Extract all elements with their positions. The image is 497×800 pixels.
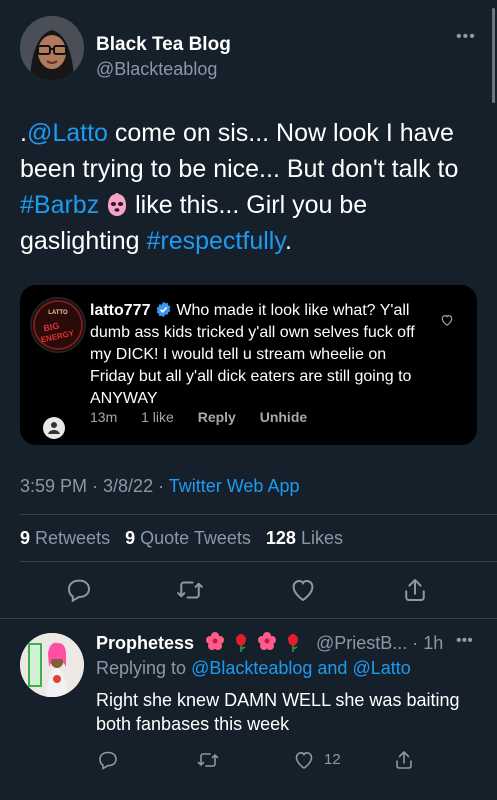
- like-icon[interactable]: [288, 575, 318, 605]
- replying-and: and: [312, 658, 353, 678]
- reply-text: Right she knew DAMN WELL she was baiting…: [96, 690, 460, 734]
- verified-icon: [156, 301, 171, 318]
- embedded-unhide: Unhide: [259, 409, 308, 425]
- tweet-text: .@Latto come on sis... Now look I have b…: [20, 115, 480, 259]
- embedded-likes: 1 like: [141, 409, 174, 425]
- reply-author-name[interactable]: Prophetess: [96, 633, 194, 654]
- timestamp-text: 3:59 PM · 3/8/22 ·: [20, 476, 169, 496]
- hibiscus-icon: [258, 632, 276, 650]
- share-icon[interactable]: [392, 748, 416, 772]
- mention-link[interactable]: @Latto: [27, 119, 108, 147]
- reply-author-avatar[interactable]: [20, 633, 84, 697]
- replying-to: Replying to @Blackteablog and @Latto: [96, 658, 411, 679]
- embedded-time: 13m: [90, 409, 118, 425]
- divider: [0, 618, 497, 619]
- likes-stat[interactable]: 128 Likes: [266, 528, 343, 548]
- rose-icon: [288, 634, 298, 652]
- embedded-username: latto777: [90, 302, 151, 319]
- embedded-avatar: LATTO BIG ENERGY: [30, 297, 86, 353]
- retweets-stat[interactable]: 9 Retweets: [20, 528, 110, 548]
- scrollbar[interactable]: [492, 8, 495, 103]
- hashtag-link[interactable]: #Barbz: [20, 191, 99, 219]
- retweet-icon[interactable]: [196, 748, 220, 772]
- reply-author-emojis: [203, 630, 313, 657]
- text-prefix: .: [20, 119, 27, 147]
- svg-text:LATTO: LATTO: [48, 310, 68, 316]
- tweet-actions: [20, 575, 480, 615]
- embedded-comment: latto777 Who made it look like what? Y'a…: [90, 300, 430, 410]
- text-suffix: .: [284, 227, 292, 255]
- retweet-icon[interactable]: [175, 575, 205, 605]
- tweet-header: Black Tea Blog @Blackteablog •••: [20, 16, 480, 96]
- author-name[interactable]: Black Tea Blog: [96, 34, 231, 56]
- attached-image[interactable]: LATTO BIG ENERGY latto777 Who made it lo…: [20, 285, 477, 445]
- replying-mention[interactable]: @Blackteablog: [191, 658, 312, 678]
- more-icon[interactable]: •••: [456, 28, 476, 46]
- tweet-timestamp: 3:59 PM · 3/8/22 · Twitter Web App: [20, 476, 299, 497]
- share-icon[interactable]: [400, 575, 430, 605]
- profile-icon: [43, 417, 65, 439]
- like-count: 12: [324, 751, 341, 768]
- replying-mention[interactable]: @Latto: [352, 658, 410, 678]
- author-handle[interactable]: @Blackteablog: [96, 59, 217, 80]
- reply-handle-time[interactable]: @PriestB... · 1h: [316, 633, 443, 654]
- reply-actions: 12: [96, 748, 476, 778]
- tweet-stats: 9 Retweets 9 Quote Tweets 128 Likes: [20, 528, 343, 549]
- embedded-reply: Reply: [197, 409, 236, 425]
- heart-icon: [441, 315, 453, 326]
- author-avatar[interactable]: [20, 16, 84, 80]
- ski-mask-emoji-icon: [108, 193, 127, 216]
- like-icon[interactable]: [292, 748, 316, 772]
- reply-icon[interactable]: [96, 748, 120, 772]
- embedded-comment-meta: 13m 1 like Reply Unhide: [90, 409, 327, 425]
- more-icon[interactable]: •••: [456, 632, 473, 650]
- source-link[interactable]: Twitter Web App: [169, 476, 300, 496]
- hashtag-link[interactable]: #respectfully: [146, 227, 285, 255]
- hibiscus-icon: [206, 632, 224, 650]
- replying-prefix: Replying to: [96, 658, 192, 678]
- rose-icon: [236, 634, 246, 652]
- quotes-stat[interactable]: 9 Quote Tweets: [125, 528, 251, 548]
- divider: [20, 514, 497, 515]
- reply-icon[interactable]: [64, 575, 94, 605]
- divider: [20, 561, 497, 562]
